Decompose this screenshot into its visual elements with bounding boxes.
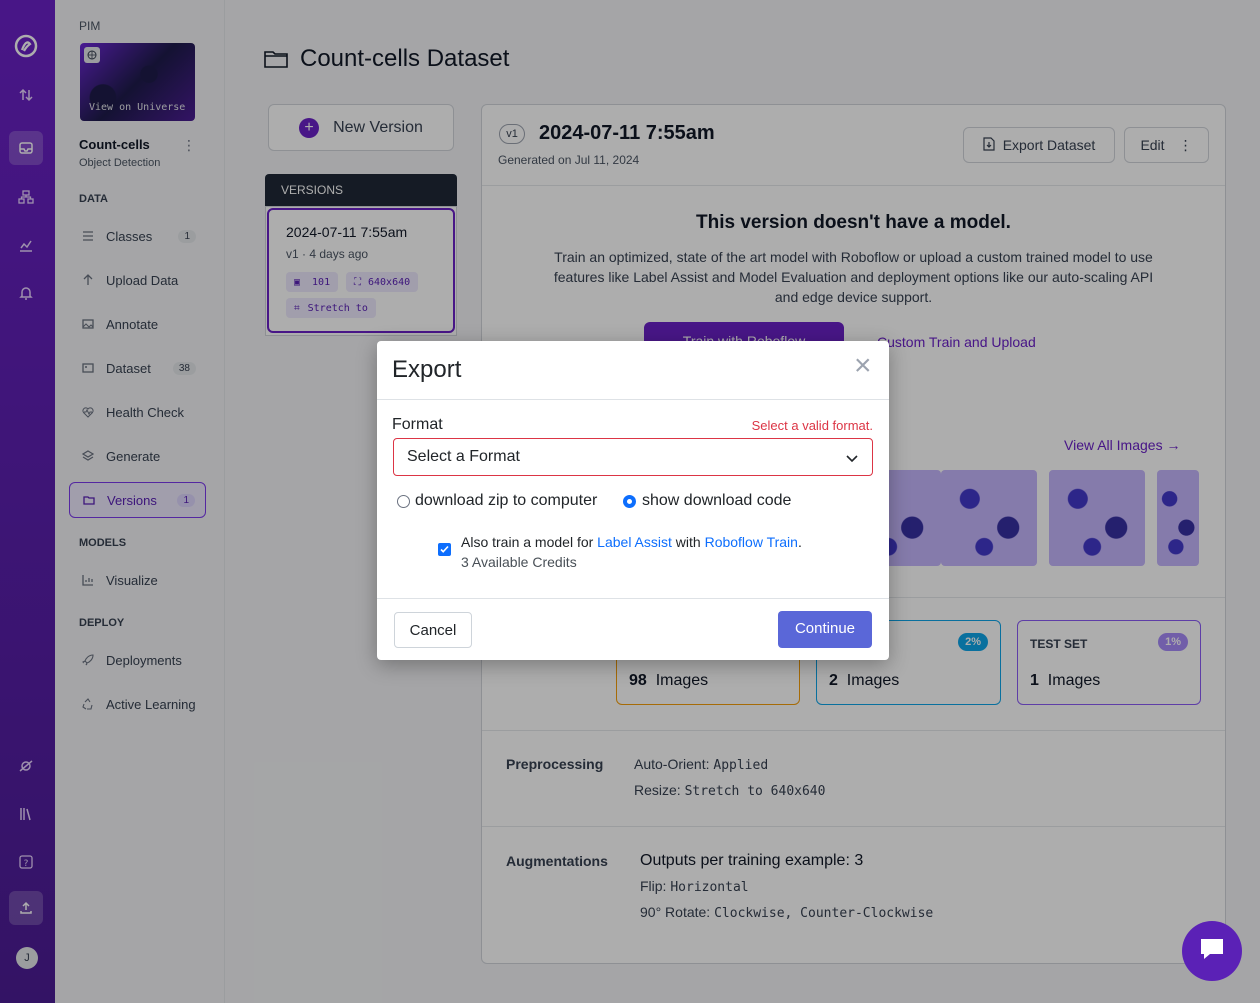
modal-title: Export (392, 356, 462, 383)
radio-download-zip[interactable]: download zip to computer (397, 492, 597, 510)
available-credits: 3 Available Credits (461, 554, 577, 570)
radio-unchecked[interactable] (397, 494, 410, 508)
continue-button[interactable]: Continue (778, 611, 872, 648)
format-label: Format (392, 416, 443, 433)
train-model-checkbox[interactable] (438, 543, 451, 556)
roboflow-train-link[interactable]: Roboflow Train (705, 534, 798, 550)
radio-checked[interactable] (623, 494, 636, 508)
train-model-text: Also train a model for Label Assist with… (461, 534, 802, 570)
close-icon[interactable]: × (854, 351, 872, 381)
format-error: Select a valid format. (751, 418, 873, 433)
chat-button[interactable] (1182, 921, 1242, 981)
radio-show-download-code[interactable]: show download code (623, 492, 791, 510)
label-assist-link[interactable]: Label Assist (597, 534, 672, 550)
chevron-down-icon (846, 450, 858, 468)
export-modal: Export × Format Select a valid format. S… (377, 341, 889, 660)
chat-icon (1198, 936, 1226, 967)
format-select-value: Select a Format (407, 448, 520, 465)
format-select[interactable]: Select a Format (393, 438, 873, 476)
cancel-button[interactable]: Cancel (394, 612, 472, 648)
